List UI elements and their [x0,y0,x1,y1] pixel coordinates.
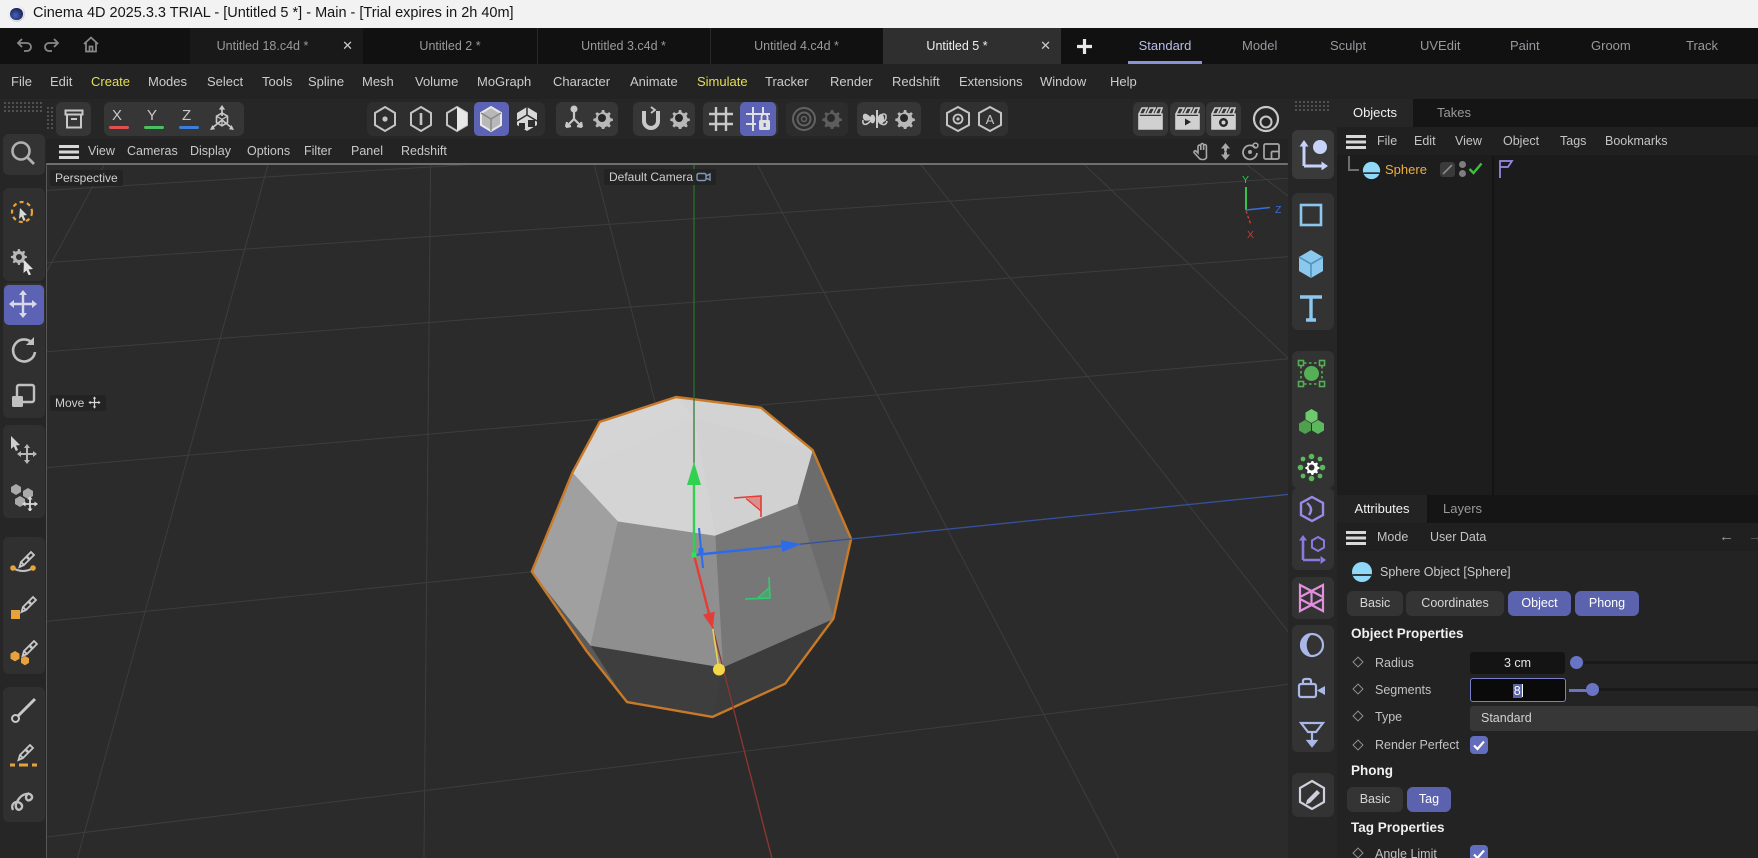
svg-text:Z: Z [1275,204,1282,216]
svg-text:Y: Y [1242,174,1249,186]
svg-text:A: A [986,112,995,127]
svg-text:X: X [1247,229,1254,241]
